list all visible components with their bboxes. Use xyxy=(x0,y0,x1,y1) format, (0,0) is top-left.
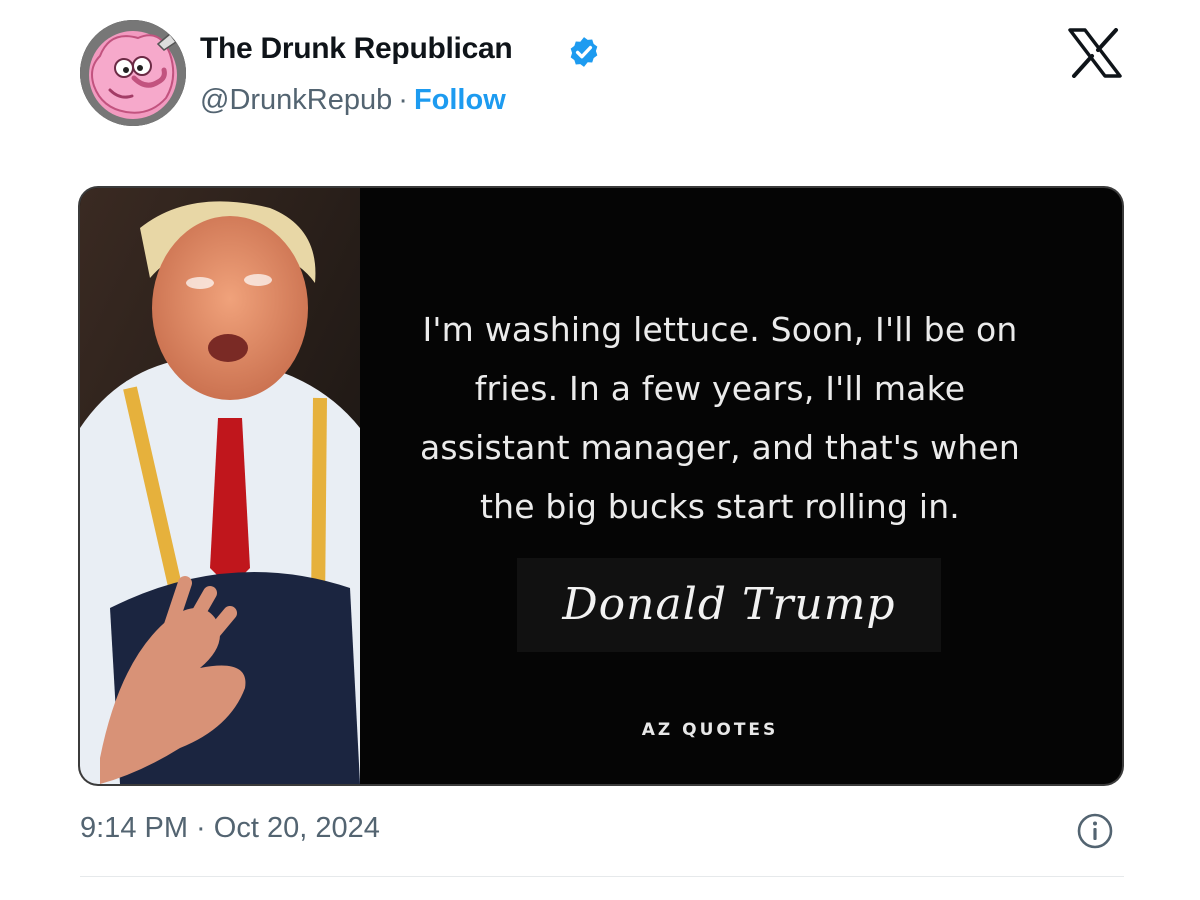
follow-button[interactable]: Follow xyxy=(414,84,506,116)
pink-elephant-icon xyxy=(80,20,186,126)
signature-box: Donald Trump xyxy=(517,558,941,652)
handle-separator: · xyxy=(398,84,408,116)
author-display-name[interactable]: The Drunk Republican xyxy=(200,32,513,66)
divider xyxy=(80,876,1124,877)
avatar[interactable] xyxy=(80,20,186,126)
x-logo-icon[interactable] xyxy=(1068,28,1122,78)
az-quotes-watermark: AZ QUOTES xyxy=(641,720,779,740)
quote-text: I'm washing lettuce. Soon, I'll be on fr… xyxy=(370,300,1070,536)
tweet-embed: The Drunk Republican @DrunkRepub · Follow xyxy=(0,0,1200,900)
media-card[interactable]: I'm washing lettuce. Soon, I'll be on fr… xyxy=(80,188,1122,784)
quote-photo xyxy=(80,188,360,784)
quote-line: the big bucks start rolling in. xyxy=(479,487,960,526)
quote-attribution: Donald Trump xyxy=(562,579,896,630)
info-icon[interactable] xyxy=(1076,812,1114,850)
quote-line: fries. In a few years, I'll make xyxy=(474,369,966,408)
quote-line: I'm washing lettuce. Soon, I'll be on xyxy=(422,310,1018,349)
author-handle-line: @DrunkRepub · Follow xyxy=(200,84,506,117)
quote-line: assistant manager, and that's when xyxy=(419,428,1021,467)
post-timestamp[interactable]: 9:14 PM · Oct 20, 2024 xyxy=(80,812,380,845)
verified-badge-icon xyxy=(567,35,601,69)
author-handle[interactable]: @DrunkRepub xyxy=(200,84,392,116)
